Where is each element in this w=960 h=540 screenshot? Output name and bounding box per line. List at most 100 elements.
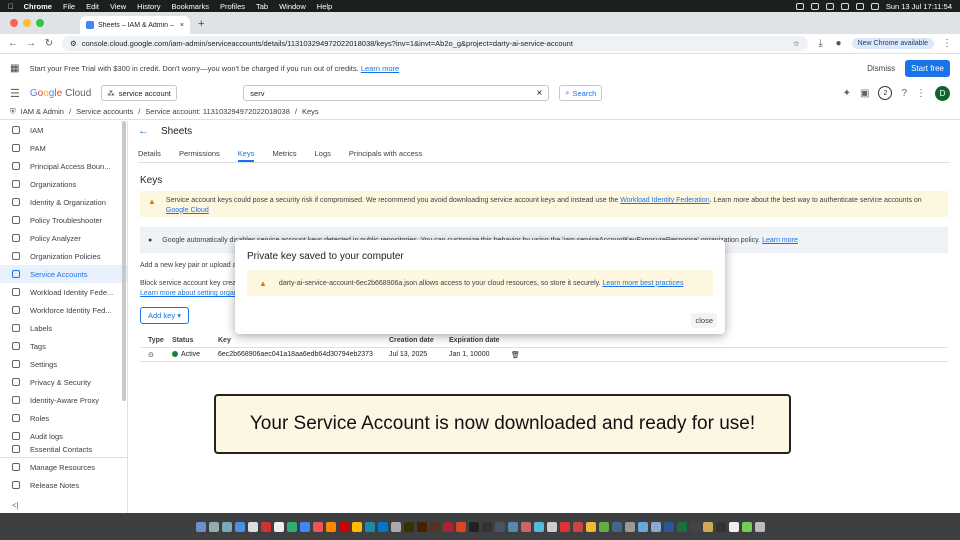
app-icon[interactable] xyxy=(442,521,453,532)
tab-metrics[interactable]: Metrics xyxy=(272,145,296,162)
sidebar-item-workforce-identity[interactable]: Workforce Identity Fed... xyxy=(0,301,127,319)
app-icon[interactable] xyxy=(702,521,713,532)
app-icon[interactable] xyxy=(338,521,349,532)
app-icon[interactable] xyxy=(312,521,323,532)
google-cloud-logo[interactable]: Google Cloud xyxy=(30,88,91,99)
sidebar-item-essential-contacts[interactable]: Essential Contacts xyxy=(0,445,127,454)
clear-search-icon[interactable]: × xyxy=(536,88,542,99)
workload-identity-link[interactable]: Workload Identity Federation xyxy=(620,197,709,204)
excel-icon[interactable] xyxy=(676,521,687,532)
app-icon[interactable] xyxy=(247,521,258,532)
app-icon[interactable] xyxy=(637,521,648,532)
app-icon[interactable] xyxy=(689,521,700,532)
reload-icon[interactable]: ↻ xyxy=(44,38,54,49)
project-selector[interactable]: ⁂ service account xyxy=(101,85,178,101)
tab-principals[interactable]: Principals with access xyxy=(349,145,422,162)
back-arrow-icon[interactable]: ← xyxy=(138,125,149,137)
app-icon[interactable] xyxy=(572,521,583,532)
sidebar-scrollbar[interactable] xyxy=(122,121,126,401)
info-learn-more-link[interactable]: Learn more xyxy=(762,237,798,244)
app-icon[interactable] xyxy=(390,521,401,532)
omnibox[interactable]: ⚙ console.cloud.google.com/iam-admin/ser… xyxy=(62,36,808,51)
menu-help[interactable]: Help xyxy=(317,2,332,11)
search-input[interactable]: serv × xyxy=(243,85,550,101)
breadcrumb-service-accounts[interactable]: Service accounts xyxy=(76,107,133,116)
col-status[interactable]: Status xyxy=(172,337,218,344)
breadcrumb-service-account[interactable]: Service account: 113103294972022018038 xyxy=(145,107,290,116)
app-icon[interactable] xyxy=(546,521,557,532)
sidebar-item-settings[interactable]: Settings xyxy=(0,355,127,373)
bookmark-star-icon[interactable]: ☆ xyxy=(793,39,800,48)
sidebar-item-roles[interactable]: Roles xyxy=(0,409,127,427)
site-info-icon[interactable]: ⚙ xyxy=(70,39,77,48)
search-icon[interactable] xyxy=(870,2,879,10)
sidebar-item-audit-logs[interactable]: Audit logs xyxy=(0,427,127,445)
clock[interactable]: Sun 13 Jul 17:11:54 xyxy=(886,2,952,11)
close-tab-icon[interactable]: × xyxy=(180,22,184,29)
app-icon[interactable] xyxy=(611,521,622,532)
battery-icon[interactable] xyxy=(855,2,864,10)
sidebar-item-principal-access[interactable]: Principal Access Boun... xyxy=(0,157,127,175)
org-policy-link[interactable]: Learn more about setting organ xyxy=(140,290,238,297)
collapse-sidebar-icon[interactable]: <| xyxy=(12,501,19,510)
search-query[interactable]: serv xyxy=(250,89,536,98)
app-icon[interactable] xyxy=(741,521,752,532)
app-icon[interactable] xyxy=(520,521,531,532)
menu-bookmarks[interactable]: Bookmarks xyxy=(171,2,209,11)
sidebar-item-manage-resources[interactable]: Manage Resources xyxy=(0,458,127,476)
menu-view[interactable]: View xyxy=(110,2,126,11)
col-key[interactable]: Key xyxy=(218,337,389,344)
status-icon[interactable] xyxy=(810,2,819,10)
menu-edit[interactable]: Edit xyxy=(86,2,99,11)
tab-permissions[interactable]: Permissions xyxy=(179,145,220,162)
sidebar-item-analyzer[interactable]: Policy Analyzer xyxy=(0,229,127,247)
app-icon[interactable] xyxy=(351,521,362,532)
gemini-icon[interactable]: ✦ xyxy=(843,88,851,99)
menu-chrome[interactable]: Chrome xyxy=(24,2,52,11)
notifications-badge[interactable]: 2 xyxy=(878,86,893,100)
trash-icon[interactable] xyxy=(754,521,765,532)
terminal-icon[interactable] xyxy=(468,521,479,532)
trial-learn-more-link[interactable]: Learn more xyxy=(361,64,399,73)
menu-file[interactable]: File xyxy=(63,2,75,11)
app-icon[interactable] xyxy=(286,521,297,532)
forward-icon[interactable]: → xyxy=(26,38,36,49)
menu-history[interactable]: History xyxy=(137,2,160,11)
more-options-icon[interactable]: ⋮ xyxy=(916,88,926,99)
app-icon[interactable] xyxy=(533,521,544,532)
sidebar-item-workload-identity[interactable]: Workload Identity Fede... xyxy=(0,283,127,301)
close-window-icon[interactable] xyxy=(10,19,18,27)
sidebar-item-iam[interactable]: IAM xyxy=(0,121,127,139)
apple-icon[interactable]:  xyxy=(8,2,14,11)
chrome-icon[interactable] xyxy=(299,521,310,532)
profile-icon[interactable]: ● xyxy=(834,38,844,49)
menu-window[interactable]: Window xyxy=(279,2,306,11)
best-practices-link[interactable]: Learn more best practices xyxy=(603,280,684,287)
col-expires[interactable]: Expiration date xyxy=(449,337,511,344)
tab-keys[interactable]: Keys xyxy=(237,145,255,162)
google-cloud-link[interactable]: Google Cloud xyxy=(166,207,209,214)
sidebar-item-identity[interactable]: Identity & Organization xyxy=(0,193,127,211)
close-button[interactable]: close xyxy=(691,313,717,328)
finder-icon[interactable] xyxy=(195,521,206,532)
calendar-icon[interactable] xyxy=(260,521,271,532)
sidebar-item-release-notes[interactable]: Release Notes xyxy=(0,476,127,494)
start-free-button[interactable]: Start free xyxy=(905,59,950,77)
wifi-icon[interactable] xyxy=(840,2,849,10)
new-tab-icon[interactable]: + xyxy=(198,18,204,30)
app-icon[interactable] xyxy=(598,521,609,532)
app-icon[interactable] xyxy=(364,521,375,532)
app-icon[interactable] xyxy=(728,521,739,532)
word-icon[interactable] xyxy=(663,521,674,532)
delete-icon[interactable]: 🗑 xyxy=(511,351,531,359)
downloads-icon[interactable]: ⤓ xyxy=(816,38,826,49)
app-icon[interactable] xyxy=(234,521,245,532)
sidebar-item-organizations[interactable]: Organizations xyxy=(0,175,127,193)
app-icon[interactable] xyxy=(416,521,427,532)
status-icon[interactable] xyxy=(825,2,834,10)
app-icon[interactable] xyxy=(325,521,336,532)
app-icon[interactable] xyxy=(494,521,505,532)
url-text[interactable]: console.cloud.google.com/iam-admin/servi… xyxy=(82,39,788,48)
app-icon[interactable] xyxy=(559,521,570,532)
dismiss-button[interactable]: Dismiss xyxy=(867,64,895,73)
